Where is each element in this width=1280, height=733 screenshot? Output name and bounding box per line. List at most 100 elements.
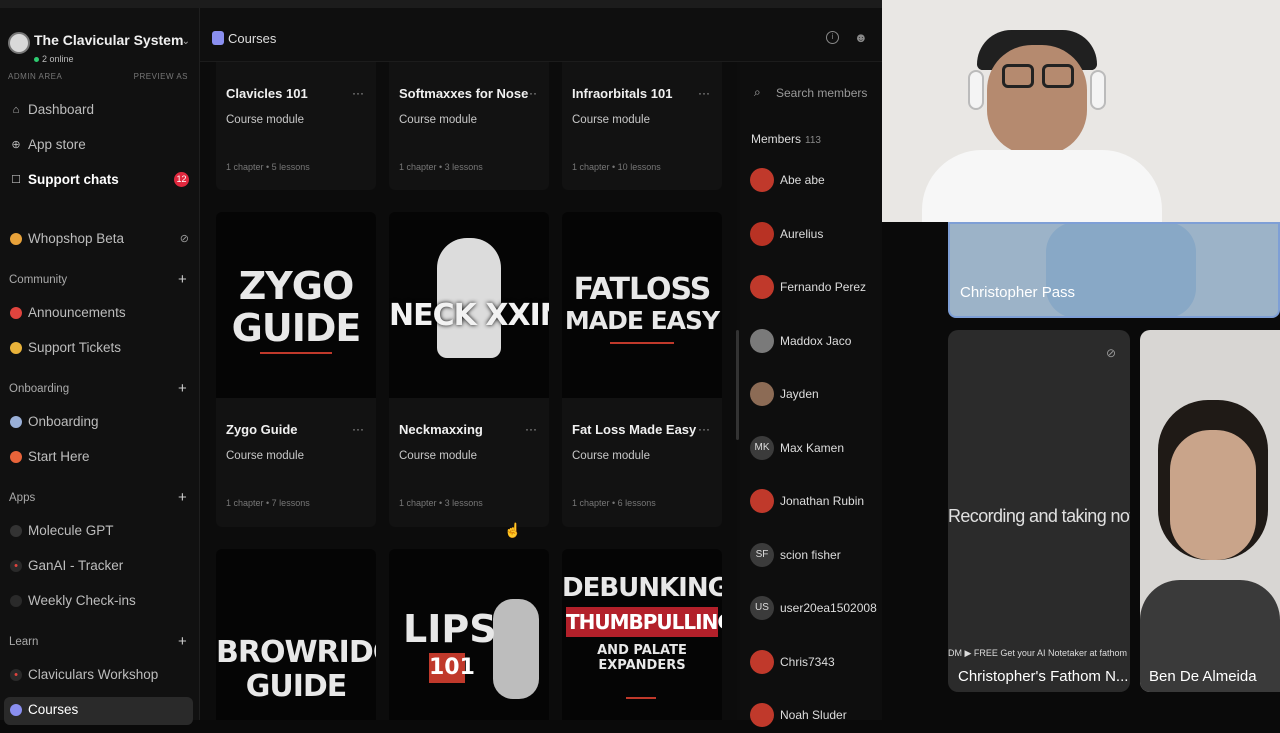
scrollbar[interactable] (736, 330, 739, 440)
thumbnail-text: THUMBPULLING (566, 607, 722, 637)
course-type: Course module (399, 450, 477, 462)
admin-area-label: ADMIN AREA PREVIEW AS (8, 72, 188, 81)
add-icon[interactable]: + (178, 271, 187, 288)
person-figure (1046, 224, 1196, 316)
member-row[interactable]: MK Max Kamen (750, 434, 880, 466)
course-card[interactable]: Clavicles 101 ··· Course module 1 chapte… (216, 62, 376, 190)
page-header: Courses i ☻ (200, 8, 882, 62)
thumbnail-text: LIPS (403, 607, 497, 651)
sidebar-item-label: App store (28, 137, 86, 152)
info-icon[interactable]: i (826, 31, 839, 44)
headphone-icon (968, 70, 984, 110)
sidebar-item-courses[interactable]: Courses (4, 697, 193, 725)
sidebar-item-label: Weekly Check-ins (28, 593, 136, 608)
muted-icon[interactable]: ⊘ (180, 232, 189, 245)
sidebar-item-label: Start Here (28, 449, 90, 464)
more-options-icon[interactable]: ··· (698, 86, 710, 100)
course-thumbnail: BROWRIDGE GUIDE (216, 549, 376, 720)
member-row[interactable]: Chris7343 (750, 648, 880, 680)
more-options-icon[interactable]: ··· (698, 422, 710, 436)
workshop-icon: • (10, 669, 22, 681)
course-card[interactable]: LIPS 101 (389, 549, 549, 720)
members-icon[interactable]: ☻ (854, 30, 868, 45)
sidebar-item-onboarding[interactable]: Onboarding (0, 409, 200, 437)
member-row[interactable]: US user20ea1502008 (750, 594, 880, 626)
whopshop-icon (10, 233, 22, 245)
add-icon[interactable]: + (178, 489, 187, 506)
member-row[interactable]: Noah Sluder (750, 701, 880, 733)
member-row[interactable]: Aurelius (750, 220, 880, 252)
sidebar-item-start-here[interactable]: Start Here (0, 444, 200, 472)
member-row[interactable]: SF scion fisher (750, 541, 880, 573)
add-icon[interactable]: + (178, 380, 187, 397)
more-options-icon[interactable]: ··· (352, 422, 364, 436)
member-row[interactable]: Fernando Perez (750, 273, 880, 305)
member-row[interactable]: Abe abe (750, 166, 880, 198)
course-card[interactable]: BROWRIDGE GUIDE (216, 549, 376, 720)
member-row[interactable]: Jonathan Rubin (750, 487, 880, 519)
sidebar-item-support-chats[interactable]: ☐ Support chats 12 (0, 167, 200, 195)
member-name: Max Kamen (780, 440, 845, 455)
add-icon[interactable]: + (178, 633, 187, 650)
course-type: Course module (572, 114, 650, 126)
sidebar-item-app-store[interactable]: ⊕ App store (0, 132, 200, 160)
sidebar-item-label: Whopshop Beta (28, 231, 125, 246)
sidebar-item-ganai-tracker[interactable]: • GanAI - Tracker (0, 553, 200, 581)
course-type: Course module (226, 450, 304, 462)
avatar (750, 649, 774, 674)
sidebar-item-whopshop[interactable]: Whopshop Beta ⊘ (0, 226, 200, 254)
section-onboarding[interactable]: Onboarding (9, 383, 69, 395)
video-tile-ben[interactable]: Ben De Almeida (1140, 330, 1280, 692)
course-thumbnail: NECK XXING (389, 212, 549, 398)
member-row[interactable]: Jayden (750, 380, 880, 412)
recording-status: Recording and taking notes (948, 506, 1130, 526)
course-type: Course module (399, 114, 477, 126)
person-face (1170, 430, 1256, 560)
member-search-input[interactable]: ⌕ Search members (748, 80, 882, 106)
video-tile-self[interactable] (882, 0, 1280, 222)
sidebar-item-weekly-checkins[interactable]: Weekly Check-ins (0, 588, 200, 616)
avatar (750, 221, 774, 246)
sidebar-item-molecule-gpt[interactable]: Molecule GPT (0, 518, 200, 546)
sidebar-item-support-tickets[interactable]: Support Tickets (0, 335, 200, 363)
course-title: Fat Loss Made Easy (572, 422, 697, 437)
video-tile-christopher[interactable]: Christopher Pass (948, 222, 1280, 318)
course-card[interactable]: FATLOSS MADE EASY Fat Loss Made Easy ···… (562, 212, 722, 527)
sidebar-item-announcements[interactable]: Announcements (0, 300, 200, 328)
announcements-icon (10, 307, 22, 319)
section-learn[interactable]: Learn (9, 636, 38, 648)
video-tile-fathom[interactable]: ⊘ Recording and taking notes DM ▶ FREE G… (948, 330, 1130, 692)
more-options-icon[interactable]: ··· (352, 86, 364, 100)
member-row[interactable]: Maddox Jaco (750, 327, 880, 359)
courses-icon (212, 31, 224, 45)
members-heading: Members 113 (751, 132, 821, 146)
sidebar-item-label: Dashboard (28, 102, 95, 117)
course-card[interactable]: Softmaxxes for Nose ··· Course module 1 … (389, 62, 549, 190)
sidebar-item-claviculars-workshop[interactable]: • Claviculars Workshop (0, 662, 200, 690)
headphone-icon (1090, 70, 1106, 110)
thumbnail-arrow (626, 697, 656, 699)
course-thumbnail: ZYGO GUIDE (216, 212, 376, 398)
more-options-icon[interactable]: ··· (525, 422, 537, 436)
sidebar-item-dashboard[interactable]: ⌂ Dashboard (0, 97, 200, 125)
section-community[interactable]: Community (9, 274, 67, 286)
section-apps[interactable]: Apps (9, 492, 35, 504)
course-card[interactable]: NECK XXING Neckmaxxing ··· Course module… (389, 212, 549, 527)
sidebar-item-label: Claviculars Workshop (28, 667, 159, 682)
workspace-switcher[interactable]: The Clavicular System 2 online ⌄ (8, 30, 193, 70)
avatar: US (750, 596, 774, 620)
course-card[interactable]: Infraorbitals 101 ··· Course module 1 ch… (562, 62, 722, 190)
person-face (987, 45, 1087, 155)
thumbnail-text: 101 (429, 653, 475, 683)
chevron-down-icon[interactable]: ⌄ (182, 36, 190, 47)
course-card[interactable]: DEBUNKING THUMBPULLING AND PALATE EXPAND… (562, 549, 722, 720)
avatar (750, 703, 774, 727)
avatar (750, 382, 774, 406)
preview-as-button[interactable]: PREVIEW AS (134, 72, 188, 81)
course-card[interactable]: ZYGO GUIDE Zygo Guide ··· Course module … (216, 212, 376, 527)
course-meta: 1 chapter • 10 lessons (572, 162, 661, 172)
thumbnail-underline (610, 342, 674, 344)
more-options-icon[interactable]: ··· (525, 86, 537, 100)
tracker-icon: • (10, 560, 22, 572)
member-name: Abe abe (780, 173, 825, 187)
